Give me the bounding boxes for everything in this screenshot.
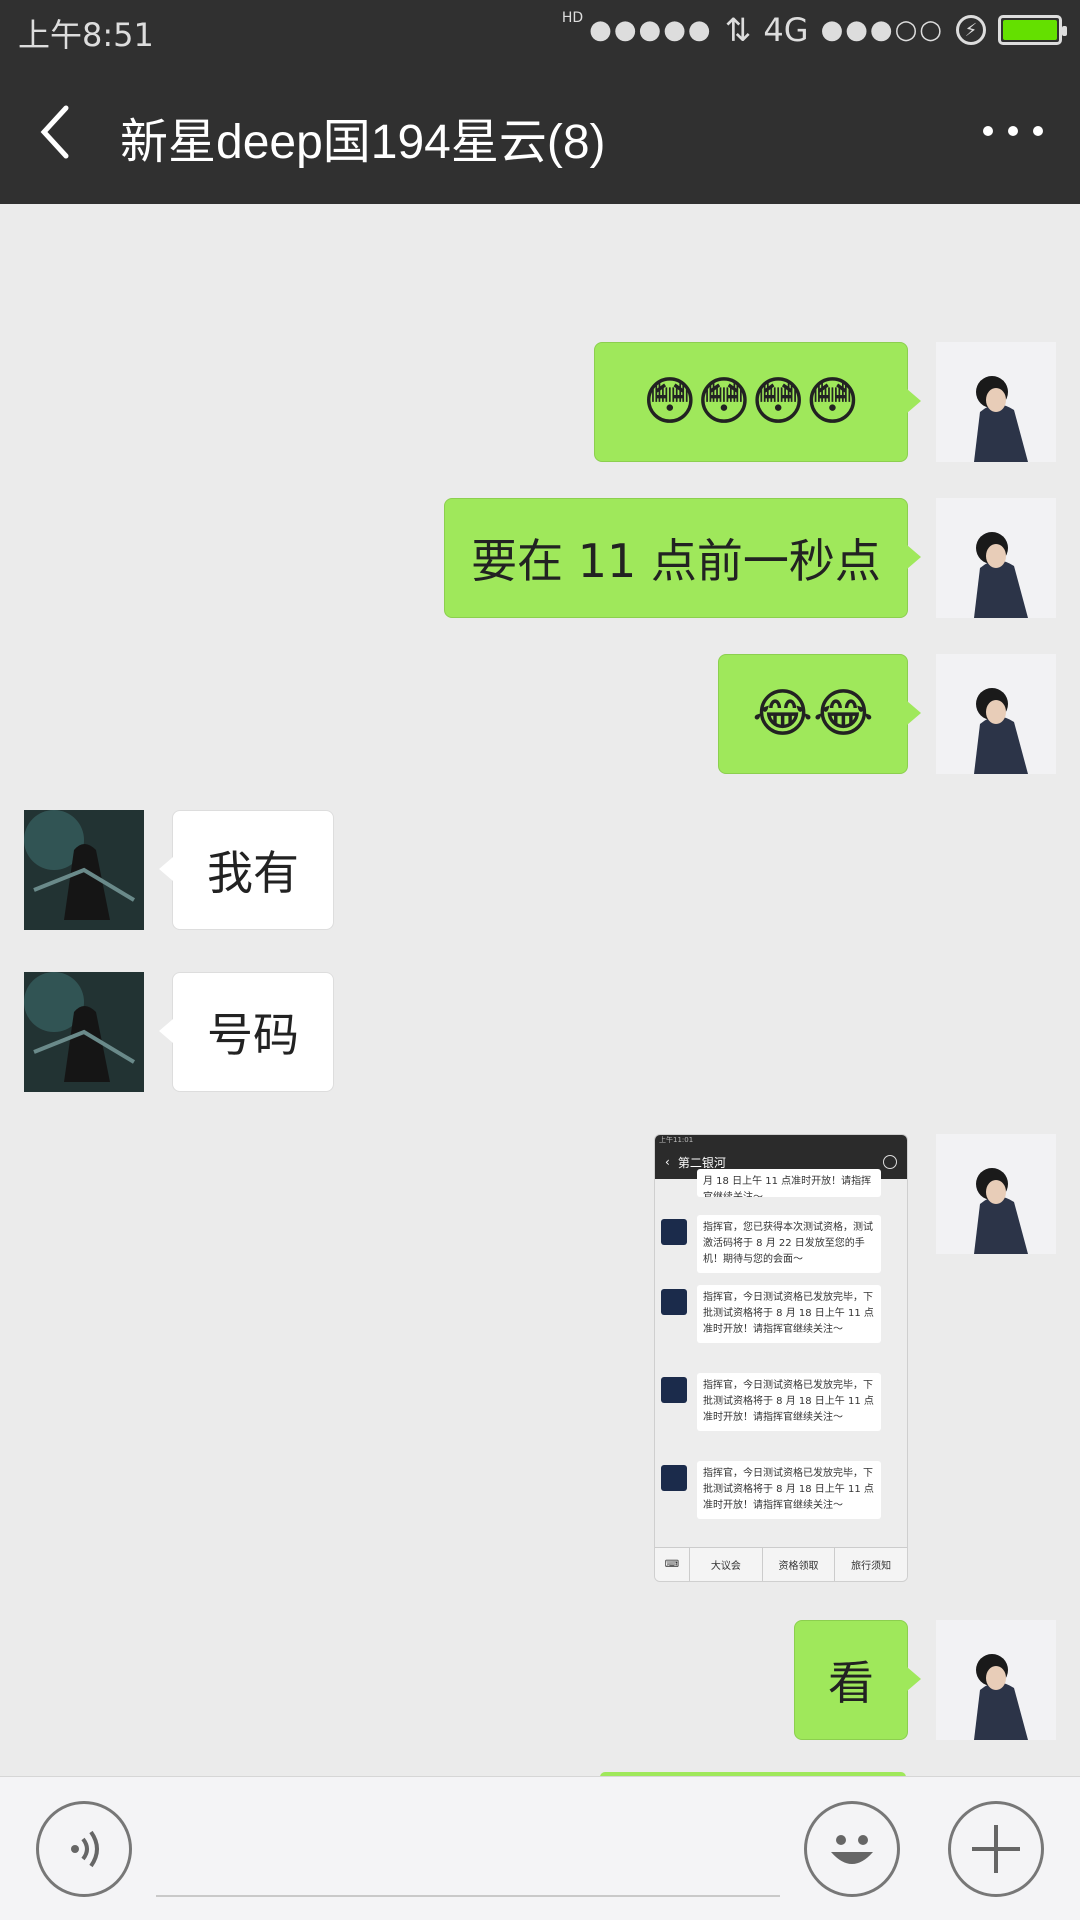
chat-area[interactable]: 😳😳😳😳 要在 11 点前一秒点 😂😂 我有 号码 上午11:01 ‹ 第二银河… xyxy=(0,204,1080,1776)
message-bubble-outgoing[interactable]: 要在 11 点前一秒点 xyxy=(444,498,921,618)
image-message[interactable]: 上午11:01 ‹ 第二银河 月 18 日上午 11 点准时开放！请指挥官继续关… xyxy=(654,1134,908,1582)
input-bar xyxy=(0,1776,1080,1920)
back-icon[interactable] xyxy=(36,102,80,162)
self-avatar-image xyxy=(936,1134,1056,1254)
status-time: 上午8:51 xyxy=(18,16,154,54)
plus-button[interactable] xyxy=(948,1801,1044,1897)
message-text: 号码 xyxy=(207,1008,299,1062)
message-bubble-outgoing[interactable]: 😳😳😳😳 xyxy=(594,342,921,462)
avatar-other[interactable] xyxy=(24,810,144,930)
signal-strength-right: ●●●○○ xyxy=(820,15,944,45)
shot-message-text: 指挥官，今日测试资格已发放完毕，下批测试资格将于 8 月 18 日上午 11 点… xyxy=(697,1285,881,1343)
network-type: 4G xyxy=(763,11,809,49)
shot-keyboard-icon: ⌨ xyxy=(664,1559,680,1570)
shot-app-icon xyxy=(661,1289,687,1315)
status-bar: 上午8:51 HD ●●●●● ⇅ 4G ●●●○○ ⚡ xyxy=(0,0,1080,60)
message-bubble-outgoing[interactable]: 😂😂 xyxy=(718,654,921,774)
shot-footer: ⌨ 大议会 资格领取 旅行须知 xyxy=(655,1547,907,1581)
signal-strength-left: ●●●●● xyxy=(589,15,713,45)
avatar-self[interactable] xyxy=(936,1134,1056,1254)
self-avatar-image xyxy=(936,342,1056,462)
emoji-icon xyxy=(831,1835,873,1864)
avatar-self[interactable] xyxy=(936,1620,1056,1740)
self-avatar-image xyxy=(936,1620,1056,1740)
title-bar: 新星deep国194星云(8) xyxy=(0,60,1080,204)
battery-icon xyxy=(998,15,1067,45)
shot-app-icon xyxy=(661,1377,687,1403)
voice-button[interactable] xyxy=(36,1801,132,1897)
message-bubble-outgoing[interactable]: 看 xyxy=(794,1620,921,1740)
hd-label: HD xyxy=(561,10,584,26)
shot-tab: 旅行须知 xyxy=(834,1548,907,1581)
status-indicators: HD ●●●●● ⇅ 4G ●●●○○ ⚡ xyxy=(561,10,1067,50)
more-icon[interactable] xyxy=(978,116,1048,146)
shot-tab: 资格领取 xyxy=(761,1548,835,1581)
shot-app-icon xyxy=(661,1219,687,1245)
shot-status-time: 上午11:01 xyxy=(655,1135,907,1145)
avatar-self[interactable] xyxy=(936,654,1056,774)
message-text: 看 xyxy=(828,1656,874,1710)
shot-top-snippet: 月 18 日上午 11 点准时开放！请指挥官继续关注～ xyxy=(697,1169,881,1197)
emoji-button[interactable] xyxy=(804,1801,900,1897)
message-text: 要在 11 点前一秒点 xyxy=(471,534,881,588)
shot-body: 月 18 日上午 11 点准时开放！请指挥官继续关注～ 指挥官，您已获得本次测试… xyxy=(655,1169,907,1549)
data-transfer-icon: ⇅ xyxy=(724,11,752,49)
voice-icon xyxy=(71,1830,99,1868)
shot-user-icon xyxy=(883,1155,897,1169)
message-bubble-incoming[interactable]: 号码 xyxy=(159,972,334,1092)
avatar-other[interactable] xyxy=(24,972,144,1092)
message-text: 😂😂 xyxy=(752,684,874,744)
shot-app-icon xyxy=(661,1465,687,1491)
shot-back-icon: ‹ xyxy=(665,1155,670,1169)
charging-icon: ⚡ xyxy=(956,15,986,45)
shot-message-text: 指挥官，今日测试资格已发放完毕，下批测试资格将于 8 月 18 日上午 11 点… xyxy=(697,1461,881,1519)
message-text: 我有 xyxy=(207,846,299,900)
message-text: 😳😳😳😳 xyxy=(642,372,860,432)
plus-icon xyxy=(972,1825,1020,1873)
avatar-self[interactable] xyxy=(936,342,1056,462)
shot-tab: 大议会 xyxy=(689,1548,762,1581)
battery-level xyxy=(1003,20,1057,40)
self-avatar-image xyxy=(936,654,1056,774)
shot-message-text: 指挥官，今日测试资格已发放完毕，下批测试资格将于 8 月 18 日上午 11 点… xyxy=(697,1373,881,1431)
avatar-self[interactable] xyxy=(936,498,1056,618)
message-input[interactable] xyxy=(156,1895,780,1897)
other-avatar-image xyxy=(24,810,144,930)
message-bubble-incoming[interactable]: 我有 xyxy=(159,810,334,930)
shot-message-text: 指挥官，您已获得本次测试资格，测试激活码将于 8 月 22 日发放至您的手机！期… xyxy=(697,1215,881,1273)
shot-title: 第二银河 xyxy=(677,1155,726,1170)
chat-title: 新星deep国194星云(8) xyxy=(120,116,606,169)
other-avatar-image xyxy=(24,972,144,1092)
self-avatar-image xyxy=(936,498,1056,618)
